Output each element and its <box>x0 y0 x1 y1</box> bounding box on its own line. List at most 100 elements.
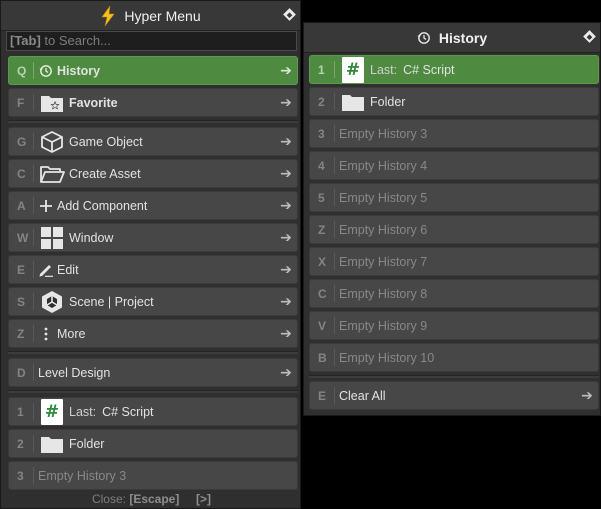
plus-icon <box>38 193 54 219</box>
search-input[interactable]: [Tab] to Search... <box>6 31 297 51</box>
history-item-6[interactable]: Z Empty History 6 <box>309 215 599 244</box>
divider <box>8 351 298 354</box>
arrow-right-icon: ➔ <box>280 229 292 245</box>
arrow-right-icon: ➔ <box>280 165 292 181</box>
shortcut-key: 4 <box>318 158 325 173</box>
hyper-menu-title: Hyper Menu <box>124 7 201 24</box>
menu-item-label: Create Asset <box>69 166 141 181</box>
separator <box>33 325 34 342</box>
shortcut-key: F <box>17 95 25 110</box>
window-grid-icon <box>38 225 66 251</box>
menu-item-label: Edit <box>57 262 79 277</box>
history-clock-icon <box>38 58 54 84</box>
arrow-right-icon: ➔ <box>280 94 292 110</box>
history-item-label-text: C# Script <box>403 62 455 77</box>
menu-item-label: Game Object <box>69 134 143 149</box>
arrow-right-icon: ➔ <box>280 62 292 78</box>
history-item-5[interactable]: 5 Empty History 5 <box>309 183 599 212</box>
history-item-8[interactable]: C Empty History 8 <box>309 279 599 308</box>
history-item-label: Empty History 5 <box>339 190 428 205</box>
history-item-label: Empty History 8 <box>339 286 428 301</box>
menu-item-more[interactable]: Z More ➔ <box>8 319 298 348</box>
menu-item-add-component[interactable]: A Add Component ➔ <box>8 191 298 220</box>
pin-diamond-icon[interactable] <box>283 8 296 21</box>
clear-all-label: Clear All <box>339 388 386 403</box>
history-item-9[interactable]: V Empty History 9 <box>309 311 599 340</box>
history-item-label: Empty History 7 <box>339 254 428 269</box>
separator <box>334 221 335 238</box>
close-escape-key[interactable]: [Escape] <box>129 492 179 506</box>
menu-item-label: Folder <box>69 436 105 451</box>
arrow-right-icon: ➔ <box>280 293 292 309</box>
arrow-right-icon: ➔ <box>581 387 593 403</box>
history-item-label: Last: C# Script <box>370 63 598 77</box>
close-hint: Close: [Escape] [>] <box>1 492 302 506</box>
menu-item-label: More <box>57 326 86 341</box>
divider <box>8 390 298 393</box>
history-item-2[interactable]: 2 Folder <box>309 87 599 116</box>
search-placeholder: to Search... <box>40 33 111 48</box>
separator <box>33 133 34 150</box>
separator <box>334 125 335 142</box>
arrow-right-icon: ➔ <box>280 325 292 341</box>
shortcut-key: B <box>318 350 327 365</box>
arrow-right-icon: ➔ <box>280 133 292 149</box>
history-item-4[interactable]: 4 Empty History 4 <box>309 151 599 180</box>
menu-item-favorite[interactable]: F Favorite ➔ <box>8 88 298 117</box>
menu-item-edit[interactable]: E Edit ➔ <box>8 255 298 284</box>
history-item-3[interactable]: 3 Empty History 3 <box>309 119 599 148</box>
menu-item-scene-project[interactable]: S Scene | Project ➔ <box>8 287 298 316</box>
history-item-label: Empty History 3 <box>339 126 428 141</box>
menu-item-history-3[interactable]: 3 Empty History 3 <box>8 461 298 490</box>
search-tab-key: [Tab] <box>10 33 41 48</box>
menu-item-history-2[interactable]: 2 Folder <box>8 429 298 458</box>
separator <box>33 94 34 111</box>
arrow-right-icon: ➔ <box>280 197 292 213</box>
menu-item-game-object[interactable]: G Game Object ➔ <box>8 127 298 156</box>
menu-item-history-1[interactable]: 1 # Last: C# Script <box>8 397 298 426</box>
folder-icon <box>38 431 66 457</box>
separator <box>33 467 34 484</box>
pin-diamond-icon[interactable] <box>583 30 596 43</box>
divider <box>8 120 298 123</box>
separator <box>334 189 335 206</box>
shortcut-key: E <box>318 388 327 403</box>
shortcut-key: V <box>318 318 327 333</box>
hyper-menu-titlebar: Hyper Menu <box>1 1 300 31</box>
shortcut-key: S <box>17 294 26 309</box>
menu-item-label: History <box>57 63 101 78</box>
shortcut-key: 3 <box>17 468 24 483</box>
menu-item-label: Favorite <box>69 95 118 110</box>
menu-item-label: Window <box>69 230 114 245</box>
separator <box>334 93 335 110</box>
history-clock-icon <box>417 31 430 44</box>
more-key[interactable]: [>] <box>196 492 211 506</box>
shortcut-key: 3 <box>318 126 325 141</box>
history-titlebar: History <box>304 23 600 53</box>
history-item-1[interactable]: 1 # Last: C# Script <box>309 55 599 84</box>
history-item-7[interactable]: X Empty History 7 <box>309 247 599 276</box>
csharp-script-icon: # <box>38 398 66 425</box>
arrow-right-icon: ➔ <box>280 261 292 277</box>
history-item-10[interactable]: B Empty History 10 <box>309 343 599 372</box>
clear-all-button[interactable]: E Clear All ➔ <box>309 381 599 410</box>
menu-item-create-asset[interactable]: C Create Asset ➔ <box>8 159 298 188</box>
shortcut-key: 2 <box>17 436 24 451</box>
menu-item-history[interactable]: Q History ➔ <box>8 56 298 85</box>
menu-item-level-design[interactable]: D Level Design ➔ <box>8 358 298 387</box>
separator <box>33 403 34 420</box>
separator <box>33 62 34 79</box>
history-panel: History 1 # Last: C# Script 2 Folder 3 Em… <box>303 22 601 416</box>
unity-logo-icon <box>38 289 66 315</box>
csharp-script-icon: # <box>339 56 367 83</box>
pencil-icon <box>38 257 54 283</box>
shortcut-key: G <box>17 134 27 149</box>
shortcut-key: Z <box>17 326 25 341</box>
menu-item-window[interactable]: W Window ➔ <box>8 223 298 252</box>
separator <box>334 253 335 270</box>
separator <box>33 229 34 246</box>
separator <box>334 61 335 78</box>
last-prefix: Last: <box>370 62 398 77</box>
shortcut-key: 1 <box>318 62 325 77</box>
shortcut-key: X <box>318 254 327 269</box>
